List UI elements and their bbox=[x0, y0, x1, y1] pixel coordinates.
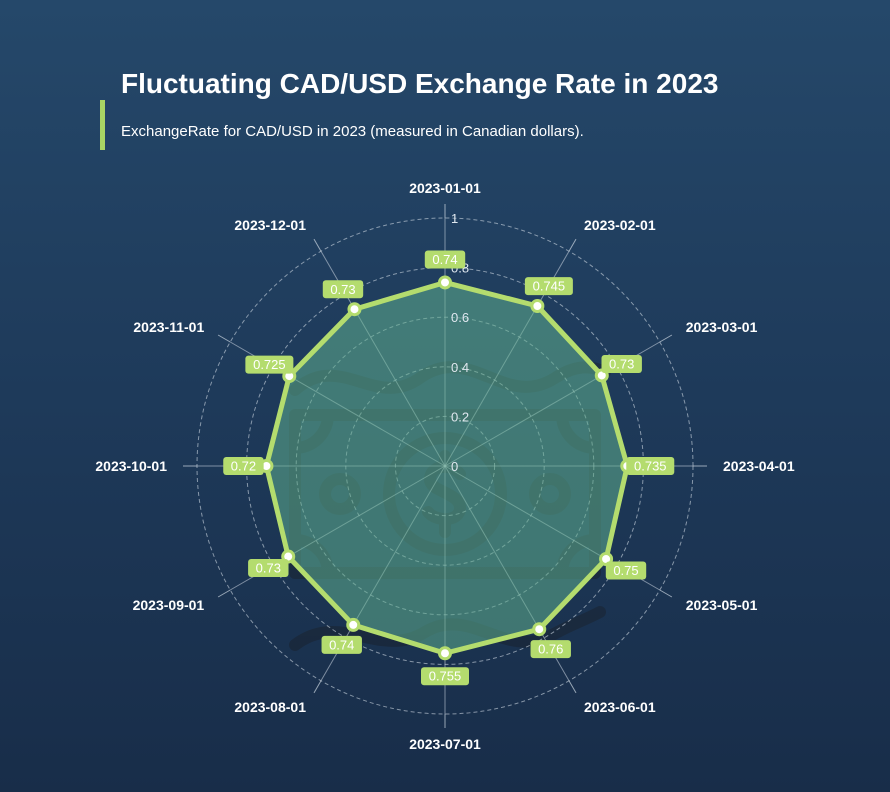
category-label: 2023-02-01 bbox=[584, 217, 656, 233]
value-label: 0.73 bbox=[330, 282, 355, 297]
category-label: 2023-04-01 bbox=[723, 458, 795, 474]
category-label: 2023-03-01 bbox=[686, 319, 758, 335]
axis-tick bbox=[659, 589, 673, 598]
category-label: 2023-08-01 bbox=[234, 699, 306, 715]
axis-tick bbox=[568, 238, 577, 252]
axis-tick bbox=[217, 334, 231, 343]
category-label: 2023-05-01 bbox=[686, 597, 758, 613]
data-point bbox=[347, 302, 362, 317]
axis-tick bbox=[659, 334, 673, 343]
value-label: 0.74 bbox=[329, 637, 354, 652]
radial-tick-label: 1 bbox=[451, 211, 458, 226]
data-point bbox=[346, 617, 361, 632]
category-label: 2023-01-01 bbox=[409, 180, 481, 196]
radial-tick-label: 0.4 bbox=[451, 360, 469, 375]
value-label: 0.74 bbox=[432, 252, 457, 267]
category-label: 2023-09-01 bbox=[133, 597, 205, 613]
value-label: 0.745 bbox=[533, 279, 566, 294]
axis-tick bbox=[313, 238, 322, 252]
category-label: 2023-12-01 bbox=[234, 217, 306, 233]
value-label: 0.76 bbox=[538, 642, 563, 657]
category-label: 2023-10-01 bbox=[95, 458, 167, 474]
value-label: 0.73 bbox=[256, 561, 281, 576]
axis-tick bbox=[568, 680, 577, 694]
value-label: 0.73 bbox=[609, 356, 634, 371]
radial-tick-label: 0.6 bbox=[451, 310, 469, 325]
data-point bbox=[438, 275, 452, 290]
data-point bbox=[438, 646, 452, 661]
value-label: 0.75 bbox=[613, 563, 638, 578]
radial-tick-label: 0 bbox=[451, 459, 458, 474]
data-point bbox=[532, 622, 547, 637]
data-point bbox=[530, 298, 545, 313]
value-label: 0.755 bbox=[429, 669, 462, 684]
category-label: 2023-06-01 bbox=[584, 699, 656, 715]
value-label: 0.735 bbox=[634, 459, 667, 474]
axis-tick bbox=[217, 589, 231, 598]
value-label: 0.72 bbox=[231, 459, 256, 474]
value-label: 0.725 bbox=[253, 357, 286, 372]
series-area bbox=[263, 279, 630, 656]
radar-series bbox=[259, 275, 635, 661]
category-label: 2023-07-01 bbox=[409, 736, 481, 752]
radial-tick-label: 0.2 bbox=[451, 409, 469, 424]
radar-chart: 2023-01-01 2023-02-01 2023-03-01 2023-04-01… bbox=[95, 180, 795, 752]
axis-tick bbox=[313, 680, 322, 694]
category-label: 2023-11-01 bbox=[133, 319, 204, 335]
